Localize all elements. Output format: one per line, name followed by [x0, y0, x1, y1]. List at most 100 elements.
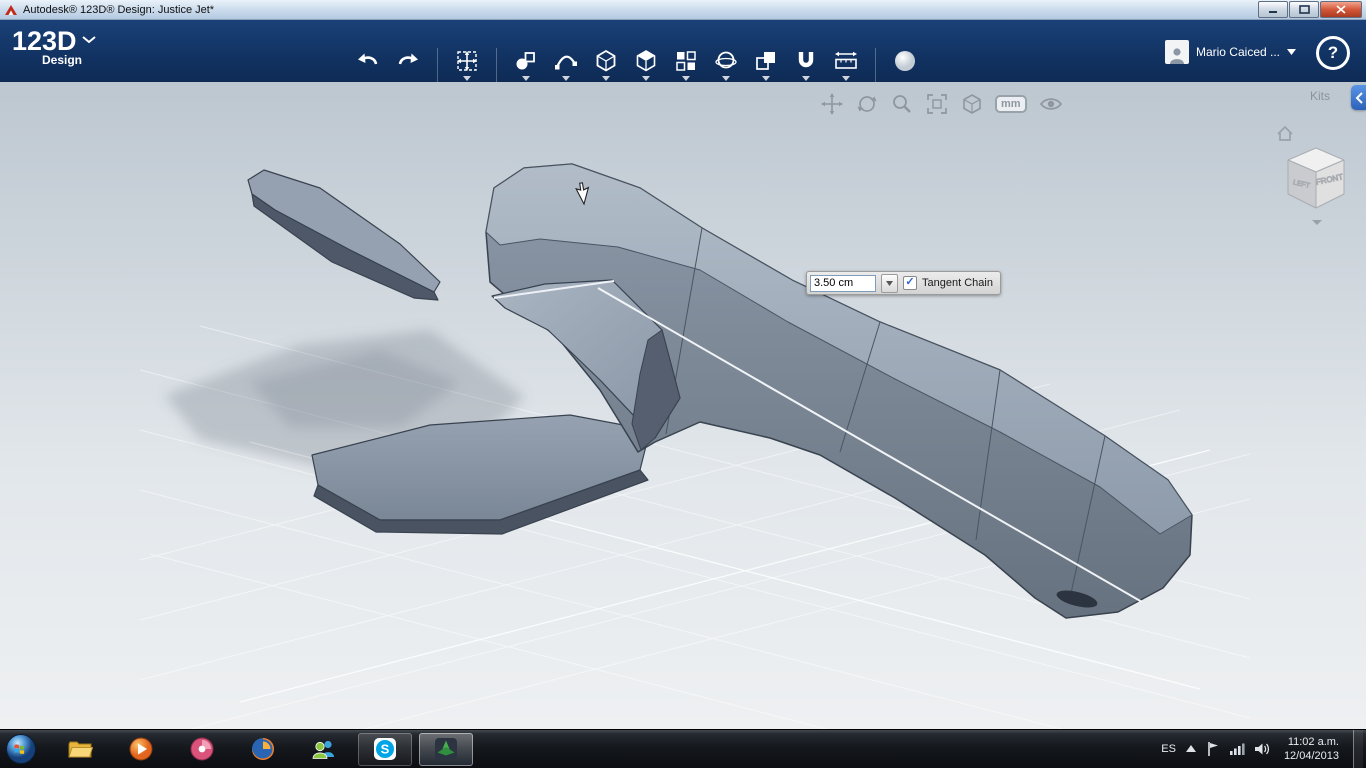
maximize-button[interactable] — [1289, 1, 1319, 18]
chevron-down-icon — [886, 280, 893, 286]
user-avatar — [1164, 40, 1189, 64]
units-button[interactable]: mm — [995, 95, 1027, 113]
app-header: 123D Design Mario Caiced ... ? — [0, 20, 1366, 82]
orbit-icon[interactable] — [855, 92, 879, 116]
primitives-icon — [516, 52, 535, 70]
pinned-app-icon — [190, 737, 214, 761]
pattern-button[interactable] — [666, 48, 706, 81]
svg-text:S: S — [381, 742, 390, 757]
dropdown-caret-icon — [562, 76, 570, 81]
dropdown-caret-icon — [722, 76, 730, 81]
toolbar-separator — [496, 48, 497, 82]
pinned-app-taskbar-button[interactable] — [175, 733, 229, 766]
measure-icon — [835, 51, 857, 69]
hidden-icons-chevron-icon[interactable] — [1185, 745, 1197, 753]
123d-design-app-icon — [435, 738, 457, 760]
dropdown-caret-icon — [802, 76, 810, 81]
snap-button[interactable] — [786, 48, 826, 81]
windows-taskbar: S ES 11:02 a.m. 12/04/2013 — [0, 729, 1366, 768]
help-label: ? — [1327, 43, 1339, 62]
action-center-flag-icon[interactable] — [1206, 741, 1220, 757]
chamfer-icon — [596, 49, 616, 72]
user-account-menu[interactable]: Mario Caiced ... — [1164, 40, 1296, 64]
3d-viewport[interactable]: mm Kits FRONT LEFT 3.50 cm ✓ Tangent Cha… — [0, 82, 1366, 730]
extrude-icon — [636, 50, 656, 72]
visibility-eye-icon[interactable] — [1038, 92, 1064, 116]
chevron-down-icon — [1287, 49, 1296, 55]
desktop: Autodesk® 123D® Design: Justice Jet* 123… — [0, 0, 1366, 768]
clock-date: 12/04/2013 — [1283, 750, 1339, 762]
viewcube-widget[interactable]: FRONT LEFT — [1270, 124, 1362, 228]
kits-panel-toggle[interactable] — [1351, 85, 1366, 110]
skype-taskbar-button[interactable]: S — [358, 732, 412, 766]
logo-chevron-icon[interactable] — [82, 36, 96, 44]
transform-button[interactable] — [447, 48, 487, 81]
close-button[interactable] — [1320, 1, 1362, 18]
extrude-button[interactable] — [626, 48, 666, 81]
material-button[interactable] — [885, 48, 925, 74]
transform-move-icon — [457, 51, 477, 71]
tangent-chain-label: Tangent Chain — [922, 277, 993, 289]
primitives-button[interactable] — [506, 48, 546, 81]
dimension-input[interactable] — [810, 274, 876, 292]
zoom-icon[interactable] — [890, 92, 914, 116]
logo-subtext: Design — [42, 53, 83, 67]
chamfer-button[interactable] — [586, 48, 626, 81]
viewcube[interactable]: FRONT LEFT — [1287, 147, 1345, 209]
checkmark-icon: ✓ — [905, 276, 915, 288]
skype-icon: S — [374, 738, 396, 760]
view-settings-icon[interactable] — [960, 92, 984, 116]
viewport-toolbar: mm — [820, 92, 1064, 116]
dropdown-caret-icon — [602, 76, 610, 81]
autodesk-app-icon — [5, 4, 17, 15]
firefox-taskbar-button[interactable] — [236, 733, 290, 766]
redo-button[interactable] — [388, 48, 428, 74]
start-button[interactable] — [5, 733, 37, 765]
sketch-icon — [555, 55, 577, 70]
taskbar-clock[interactable]: 11:02 a.m. 12/04/2013 — [1284, 735, 1339, 764]
dropdown-caret-icon — [842, 76, 850, 81]
messenger-icon — [312, 740, 334, 759]
minimize-button[interactable] — [1258, 1, 1288, 18]
help-button[interactable]: ? — [1316, 36, 1350, 70]
kits-label: Kits — [1309, 89, 1330, 103]
volume-icon[interactable] — [1254, 742, 1270, 756]
dropdown-caret-icon — [682, 76, 690, 81]
taskbar-apps: S — [53, 730, 473, 768]
home-icon[interactable] — [1277, 125, 1293, 141]
3d-scene — [139, 163, 1251, 730]
revolve-button[interactable] — [706, 48, 746, 81]
dropdown-caret-icon — [522, 76, 530, 81]
model-jet-body[interactable] — [485, 163, 1193, 619]
person-icon — [1169, 48, 1184, 64]
sketch-button[interactable] — [546, 48, 586, 81]
pan-icon[interactable] — [820, 92, 844, 116]
messenger-taskbar-button[interactable] — [297, 733, 351, 766]
network-signal-icon[interactable] — [1229, 742, 1245, 756]
language-indicator[interactable]: ES — [1161, 743, 1176, 755]
undo-button[interactable] — [348, 48, 388, 74]
fit-view-icon[interactable] — [925, 92, 949, 116]
viewcube-menu-caret-icon[interactable] — [1312, 220, 1322, 225]
clock-time: 11:02 a.m. — [1287, 735, 1339, 748]
dimension-dropdown-button[interactable] — [881, 273, 898, 293]
show-desktop-button[interactable] — [1353, 730, 1363, 768]
magnet-icon — [798, 52, 814, 68]
main-toolbar — [348, 48, 925, 82]
explorer-taskbar-button[interactable] — [53, 733, 107, 766]
window-titlebar[interactable]: Autodesk® 123D® Design: Justice Jet* — [0, 0, 1366, 20]
combine-icon — [756, 52, 775, 70]
revolve-icon — [715, 51, 737, 69]
app-menu-logo[interactable]: 123D Design — [12, 26, 82, 67]
combine-button[interactable] — [746, 48, 786, 81]
123d-design-taskbar-button[interactable] — [419, 732, 473, 766]
firefox-icon — [252, 738, 274, 760]
pattern-icon — [676, 51, 696, 71]
dimension-input-popup: ✓ Tangent Chain — [806, 271, 1001, 295]
media-player-taskbar-button[interactable] — [114, 733, 168, 766]
dropdown-caret-icon — [762, 76, 770, 81]
measure-button[interactable] — [826, 48, 866, 81]
tangent-chain-checkbox[interactable]: ✓ — [903, 276, 917, 290]
model-detached-wing-part[interactable] — [247, 169, 441, 301]
system-tray: ES 11:02 a.m. 12/04/2013 — [1161, 730, 1366, 768]
